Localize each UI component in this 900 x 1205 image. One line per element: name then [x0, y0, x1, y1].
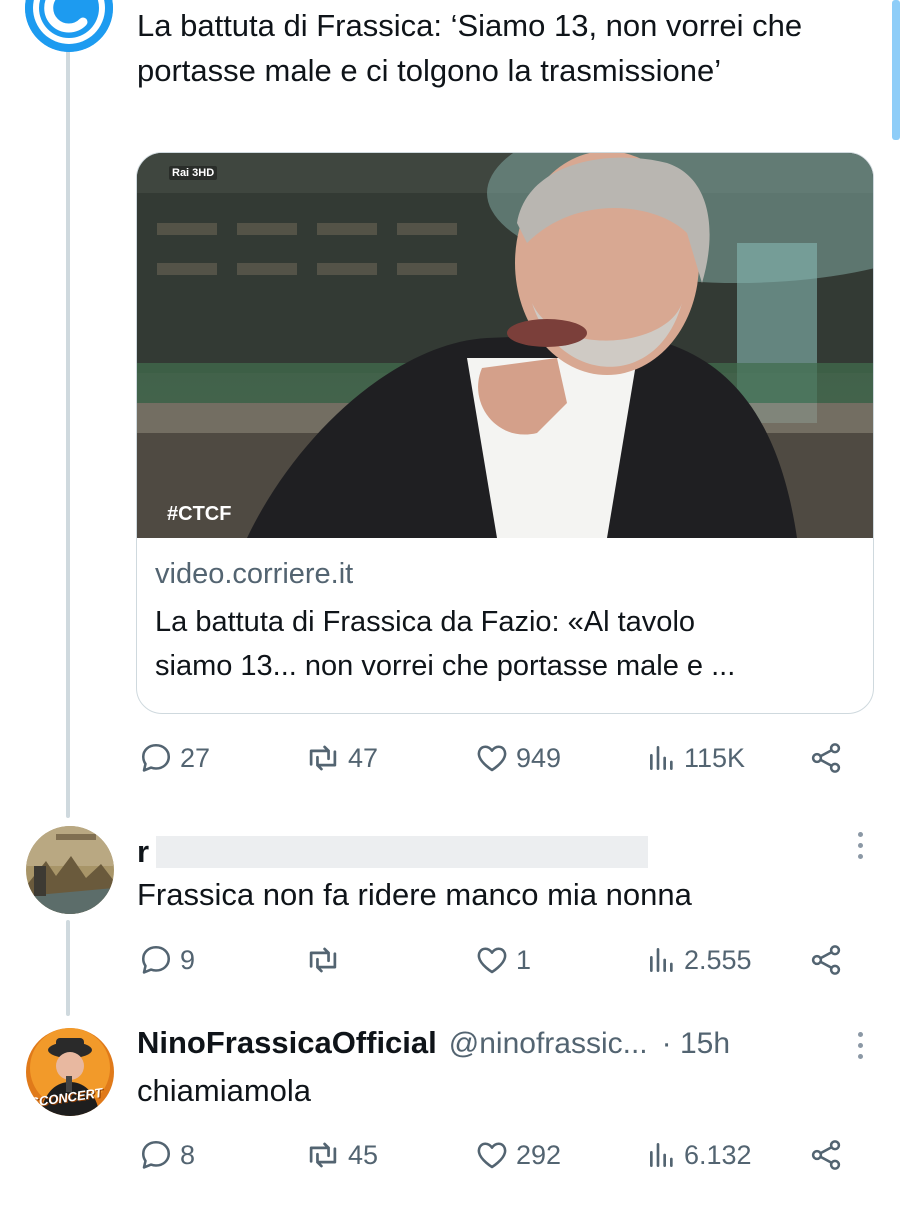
like-icon	[477, 745, 507, 772]
avatar-image	[26, 826, 114, 914]
link-card[interactable]: Rai 3HD #CTCF video.corriere.it La battu…	[136, 152, 874, 714]
reply-button[interactable]: 8	[138, 1135, 195, 1175]
card-title: La battuta di Frassica da Fazio: «Al tav…	[155, 600, 855, 688]
repost-button[interactable]: 47	[304, 738, 378, 778]
like-button[interactable]: 292	[474, 1135, 561, 1175]
user-row: NinoFrassicaOfficial @ninofrassic... · 1…	[137, 1025, 730, 1061]
avatar[interactable]	[25, 0, 113, 52]
reply-icon	[141, 1140, 171, 1169]
reply-count: 9	[180, 944, 196, 975]
tweet-text: Frassica non fa ridere manco mia nonna	[137, 877, 692, 912]
display-name[interactable]: r	[137, 834, 149, 870]
redacted-username	[156, 836, 648, 868]
repost-icon	[309, 1142, 337, 1168]
tweet-actions: 8 45 292 6.132	[136, 1135, 856, 1175]
like-button[interactable]: 949	[474, 738, 561, 778]
repost-count: 45	[348, 1139, 379, 1170]
tweet-text: La battuta di Frassica: ‘Siamo 13, non v…	[137, 8, 803, 88]
reply-count: 8	[180, 1139, 196, 1170]
like-count: 1	[516, 944, 532, 975]
more-menu-button[interactable]	[856, 832, 864, 859]
repost-button[interactable]: 45	[304, 1135, 378, 1175]
share-icon	[811, 1140, 841, 1170]
more-icon-dot	[857, 1054, 863, 1059]
card-hashtag: #CTCF	[167, 503, 232, 525]
repost-button[interactable]	[304, 940, 348, 980]
share-icon	[811, 743, 841, 773]
like-count: 292	[516, 1139, 562, 1170]
more-icon-dot	[857, 854, 863, 859]
like-icon	[477, 947, 507, 974]
avatar[interactable]: SCONCERT	[26, 1028, 114, 1116]
views-count: 2.555	[684, 944, 752, 975]
repost-count: 47	[348, 742, 379, 773]
share-button[interactable]	[808, 940, 844, 980]
display-name[interactable]: NinoFrassicaOfficial	[137, 1025, 437, 1061]
more-menu-button[interactable]	[856, 1032, 864, 1059]
scrollbar[interactable]	[892, 0, 900, 140]
repost-icon	[309, 947, 337, 973]
reply-count: 27	[180, 742, 211, 773]
reply-icon	[141, 945, 171, 974]
views-icon	[650, 1143, 673, 1167]
timestamp[interactable]: · 15h	[662, 1027, 730, 1061]
tweet-actions: 27 47 949 115K	[136, 738, 856, 778]
views-button[interactable]: 115K	[646, 738, 745, 778]
more-icon-dot	[857, 1043, 863, 1048]
channel-logo: Rai 3HD	[169, 166, 218, 180]
repost-icon	[309, 745, 337, 771]
thread-line	[66, 920, 70, 1016]
card-image[interactable]: Rai 3HD #CTCF	[137, 153, 873, 538]
more-icon	[857, 1032, 863, 1037]
views-icon	[650, 948, 673, 972]
card-title-line: La battuta di Frassica da Fazio: «Al tav…	[155, 606, 696, 638]
like-button[interactable]: 1	[474, 940, 531, 980]
like-count: 949	[516, 742, 562, 773]
views-button[interactable]: 6.132	[646, 1135, 752, 1175]
share-icon	[811, 945, 841, 975]
card-domain[interactable]: video.corriere.it	[155, 554, 855, 594]
views-button[interactable]: 2.555	[646, 940, 752, 980]
reply-icon	[141, 743, 171, 772]
tweet-text: chiamiamola	[137, 1073, 312, 1108]
thread-line	[66, 50, 70, 818]
avatar[interactable]	[26, 826, 114, 914]
handle[interactable]: @ninofrassic...	[449, 1027, 648, 1061]
tweet-actions: 9 1 2.555	[136, 940, 856, 980]
card-title-line: siamo 13... non vorrei che portasse male…	[155, 650, 736, 682]
brand-logo-icon	[25, 0, 113, 52]
reply-button[interactable]: 9	[138, 940, 195, 980]
user-row: r	[137, 834, 149, 870]
more-icon	[857, 832, 863, 837]
video-thumbnail-illustration	[137, 153, 873, 538]
share-button[interactable]	[808, 1135, 844, 1175]
like-icon	[477, 1142, 507, 1169]
views-icon	[650, 746, 673, 770]
share-button[interactable]	[808, 738, 844, 778]
views-count: 6.132	[684, 1139, 752, 1170]
more-icon-dot	[857, 843, 863, 848]
reply-button[interactable]: 27	[138, 738, 210, 778]
views-count: 115K	[684, 742, 746, 773]
